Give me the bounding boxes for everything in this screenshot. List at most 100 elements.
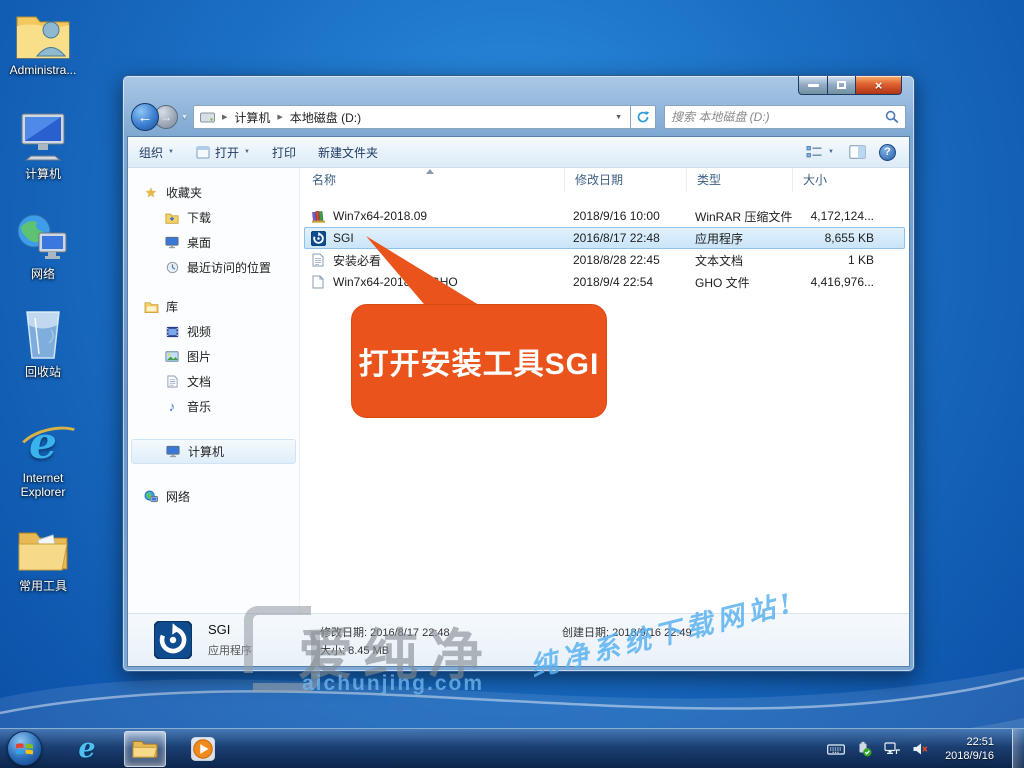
computer-icon — [0, 108, 86, 162]
file-row-win7x64-rar[interactable]: Win7x64-2018.09 2018/9/16 10:00 WinRAR 压… — [304, 205, 905, 227]
taskbar-explorer-button[interactable] — [124, 731, 166, 767]
taskbar-media-player-button[interactable] — [182, 731, 224, 767]
sidebar-item-documents[interactable]: 文档 — [128, 369, 299, 394]
explorer-folder-icon — [132, 738, 158, 760]
user-folder-icon — [0, 6, 86, 60]
downloads-icon — [164, 212, 180, 224]
desktop-icon-computer[interactable]: 计算机 — [0, 108, 86, 182]
sidebar-item-computer[interactable]: 计算机 — [131, 439, 296, 464]
caption-buttons: × — [798, 76, 902, 95]
internet-explorer-icon: e — [0, 414, 86, 468]
taskbar: e — [0, 728, 1024, 768]
minimize-button[interactable] — [798, 76, 828, 95]
breadcrumb-current[interactable]: 本地磁盘 (D:) — [290, 109, 361, 126]
pictures-icon — [164, 351, 180, 362]
desktop-icon-recycle-bin[interactable]: 回收站 — [0, 306, 86, 380]
back-button[interactable]: ← — [131, 103, 159, 131]
back-icon: ← — [138, 109, 153, 126]
list-view-icon — [806, 145, 823, 159]
print-button[interactable]: 打印 — [261, 137, 307, 167]
desktop: Administra... 计算机 网络 — [0, 0, 1024, 768]
desktop-monitor-icon — [164, 236, 180, 249]
search-box — [664, 105, 906, 129]
explorer-window: × ← → ▼ ▶ 计算机 ▶ 本地磁盘 (D:) ▼ — [122, 75, 915, 672]
status-created-date: 创建日期: 2018/9/16 22:49 — [562, 624, 692, 640]
clock-time: 22:51 — [945, 735, 994, 749]
views-button[interactable]: ▼ — [804, 145, 836, 159]
refresh-icon — [636, 110, 650, 124]
show-desktop-button[interactable] — [1012, 729, 1024, 768]
column-header-type[interactable]: 类型 — [686, 168, 792, 192]
sidebar-item-favorites[interactable]: ★ 收藏夹 — [128, 180, 299, 205]
file-row-gho[interactable]: Win7x64-2018.09.GHO 2018/9/4 22:54 GHO 文… — [304, 271, 905, 293]
column-headers: 名称 修改日期 类型 大小 — [300, 168, 909, 192]
taskbar-ie-button[interactable]: e — [66, 731, 108, 767]
command-bar: 组织 ▼ 打开 ▼ 打印 新建文件夹 — [128, 137, 909, 168]
desktop-icon-administrator[interactable]: Administra... — [0, 6, 86, 77]
status-file-size: 大小: 8.45 MB — [320, 642, 389, 658]
close-button[interactable]: × — [856, 76, 902, 95]
breadcrumb[interactable]: ▶ 计算机 ▶ 本地磁盘 (D:) ▼ — [193, 105, 631, 129]
callout-text: 打开安装工具SGI — [359, 339, 600, 383]
folder-icon — [0, 520, 86, 574]
network-status-icon[interactable] — [883, 741, 901, 757]
desktop-icon-common-tools[interactable]: 常用工具 — [0, 520, 86, 594]
computer-icon — [165, 445, 181, 458]
crumb-separator-icon: ▶ — [222, 113, 227, 121]
maximize-button[interactable] — [828, 76, 856, 95]
refresh-button[interactable] — [631, 105, 656, 129]
network-globe-icon — [0, 208, 86, 262]
winrar-icon — [310, 208, 326, 224]
file-row-readme[interactable]: 安装必看 2018/8/28 22:45 文本文档 1 KB — [304, 249, 905, 271]
column-header-size[interactable]: 大小 — [792, 168, 884, 192]
new-folder-button[interactable]: 新建文件夹 — [307, 137, 389, 167]
minimize-icon — [808, 84, 819, 87]
desktop-icon-internet-explorer[interactable]: e Internet Explorer — [0, 414, 86, 499]
open-button[interactable]: 打开 ▼ — [185, 137, 261, 167]
help-button[interactable]: ? — [879, 144, 896, 161]
sidebar-item-network[interactable]: 网络 — [128, 484, 299, 509]
desktop-icon-label: 计算机 — [0, 165, 86, 182]
input-method-keyboard-icon[interactable] — [827, 741, 845, 757]
media-player-icon — [190, 736, 216, 762]
search-icon[interactable] — [885, 110, 899, 124]
desktop-icon-label: Internet Explorer — [0, 471, 86, 499]
volume-muted-icon[interactable] — [911, 741, 929, 757]
file-icon — [310, 274, 326, 290]
recycle-bin-icon — [0, 306, 86, 360]
videos-icon — [164, 326, 180, 338]
start-button[interactable] — [7, 731, 42, 766]
desktop-icon-network[interactable]: 网络 — [0, 208, 86, 282]
sidebar-item-videos[interactable]: 视频 — [128, 319, 299, 344]
desktop-icon-label: 网络 — [0, 265, 86, 282]
drive-icon — [200, 112, 215, 123]
crumb-separator-icon: ▶ — [277, 113, 282, 121]
close-icon: × — [875, 78, 883, 93]
organize-button[interactable]: 组织 ▼ — [128, 137, 185, 167]
network-icon — [143, 490, 159, 503]
history-dropdown[interactable]: ▼ — [181, 114, 188, 121]
preview-pane-icon[interactable] — [849, 145, 866, 159]
address-dropdown-icon[interactable]: ▼ — [615, 114, 624, 121]
file-row-sgi[interactable]: SGI 2016/8/17 22:48 应用程序 8,655 KB — [304, 227, 905, 249]
taskbar-clock[interactable]: 22:51 2018/9/16 — [945, 735, 994, 763]
sidebar-item-pictures[interactable]: 图片 — [128, 344, 299, 369]
watermark-domain: aichunjing.com — [302, 672, 484, 696]
sidebar-item-desktop[interactable]: 桌面 — [128, 230, 299, 255]
documents-icon — [164, 375, 180, 388]
sidebar-item-recent-places[interactable]: 最近访问的位置 — [128, 255, 299, 280]
breadcrumb-computer[interactable]: 计算机 — [234, 109, 270, 126]
sgi-app-icon-large — [154, 621, 192, 662]
sidebar-item-downloads[interactable]: 下载 — [128, 205, 299, 230]
column-header-date[interactable]: 修改日期 — [564, 168, 686, 192]
sidebar-item-libraries[interactable]: 库 — [128, 294, 299, 319]
windows-flag-icon — [15, 739, 34, 758]
system-tray: 22:51 2018/9/16 — [827, 729, 1024, 768]
search-input[interactable] — [671, 110, 885, 124]
safely-remove-hardware-icon[interactable] — [855, 741, 873, 757]
libraries-icon — [143, 301, 159, 313]
sidebar-item-music[interactable]: ♪ 音乐 — [128, 394, 299, 419]
text-document-icon — [310, 252, 326, 268]
status-bar: SGI 应用程序 修改日期: 2016/8/17 22:48 大小: 8.45 … — [128, 613, 909, 666]
clock-date: 2018/9/16 — [945, 749, 994, 763]
